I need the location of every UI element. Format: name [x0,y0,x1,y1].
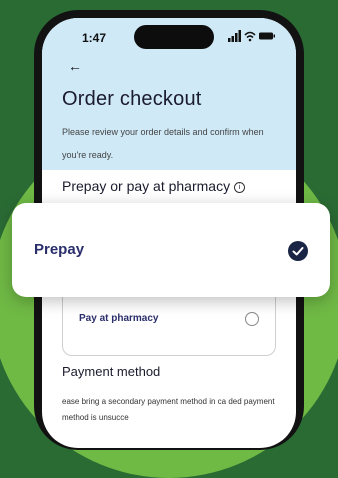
page-title: Order checkout [62,88,202,110]
signal-icon [228,30,241,42]
payment-timing-title: Prepay or pay at pharmacy i [62,178,246,194]
status-time: 1:47 [82,31,107,45]
status-icons [228,30,275,42]
option-label: Prepay [34,241,85,258]
payment-method-text: ease bring a secondary payment method in… [62,397,275,422]
payment-method-title: Payment method [62,364,161,379]
checkmark-selected-icon[interactable] [288,241,308,261]
checkout-header: 1:47 ← Order checkout Please review your… [42,18,296,170]
battery-icon [259,32,275,40]
payment-timing-title-text: Prepay or pay at pharmacy [62,178,231,194]
option-prepay[interactable]: Prepay [12,203,330,297]
option-label: Pay at pharmacy [79,313,159,324]
option-pay-at-pharmacy[interactable]: Pay at pharmacy [62,288,276,356]
radio-unselected-icon[interactable] [245,312,259,326]
wifi-icon [244,31,256,39]
info-icon[interactable]: i [234,181,246,193]
back-arrow-icon[interactable]: ← [68,58,82,74]
page-subtitle: Please review your order details and con… [62,127,264,160]
dynamic-island [134,25,214,49]
